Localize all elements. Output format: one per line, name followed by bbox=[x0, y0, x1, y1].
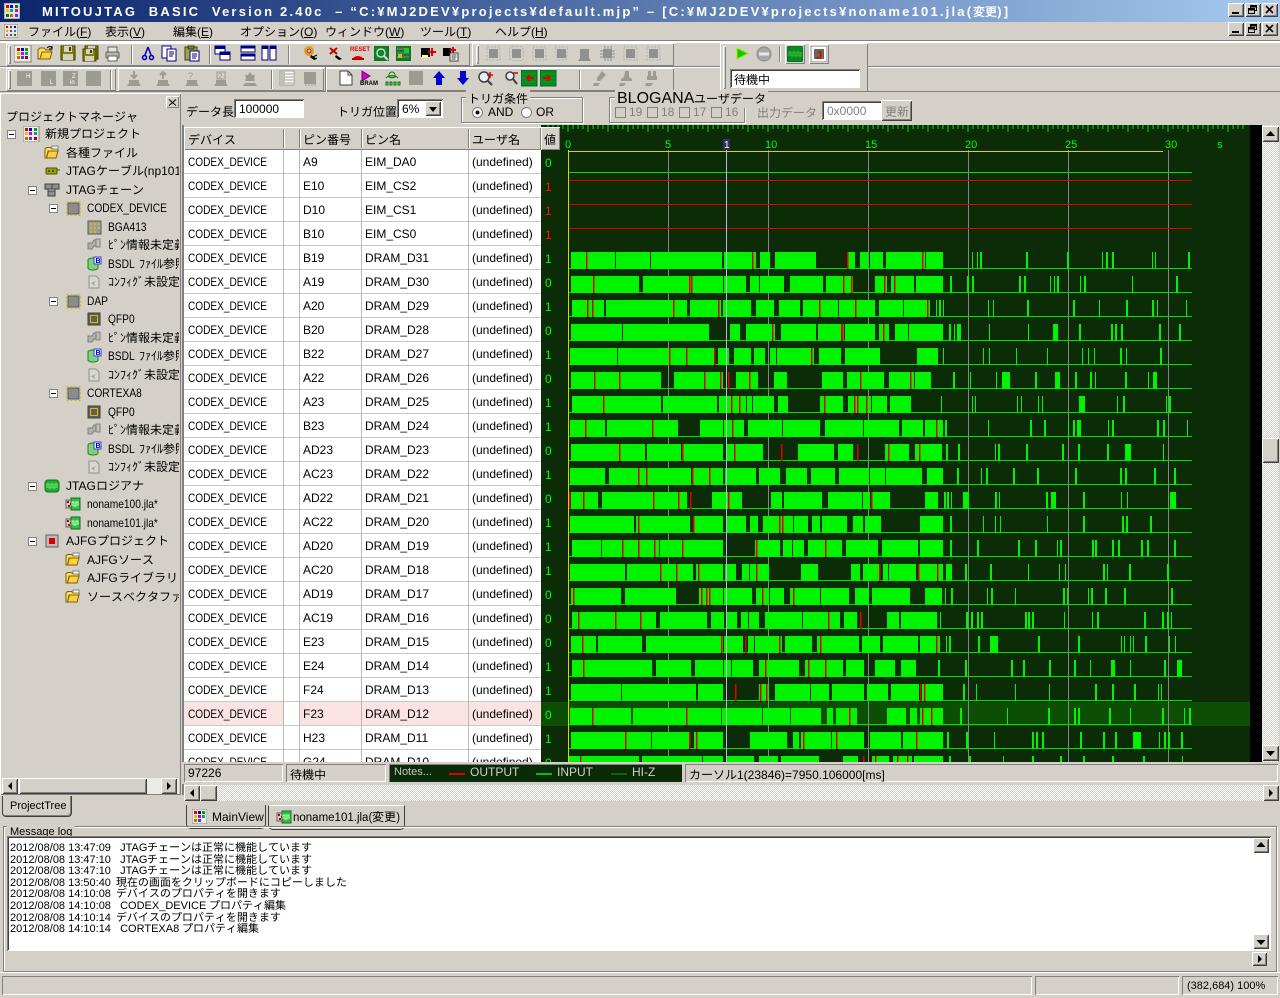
svg-text:RESET: RESET bbox=[350, 47, 370, 53]
svg-text:30: 30 bbox=[1165, 139, 1177, 151]
svg-text:1: 1 bbox=[545, 204, 552, 218]
svg-text:15: 15 bbox=[865, 139, 877, 151]
svg-text:1: 1 bbox=[545, 300, 552, 314]
svg-text:1: 1 bbox=[545, 420, 552, 434]
svg-text:1: 1 bbox=[545, 540, 552, 554]
svg-text:s: s bbox=[1217, 139, 1223, 151]
svg-text:1: 1 bbox=[545, 564, 552, 578]
svg-text:1: 1 bbox=[545, 396, 552, 410]
svg-text:5: 5 bbox=[665, 139, 671, 151]
svg-text:B: B bbox=[96, 443, 101, 450]
svg-text:0: 0 bbox=[545, 372, 552, 386]
svg-text:J: J bbox=[816, 50, 822, 62]
svg-text:B: B bbox=[96, 350, 101, 357]
svg-text:0: 0 bbox=[545, 708, 552, 722]
svg-text:0: 0 bbox=[565, 139, 571, 151]
svg-text:1: 1 bbox=[545, 348, 552, 362]
svg-text:0: 0 bbox=[545, 444, 552, 458]
svg-text:?: ? bbox=[188, 71, 193, 81]
svg-text:0: 0 bbox=[545, 612, 552, 626]
svg-text:2: 2 bbox=[218, 72, 223, 81]
svg-text:25: 25 bbox=[1065, 139, 1077, 151]
svg-text:1: 1 bbox=[545, 228, 552, 242]
svg-text:H: H bbox=[26, 74, 30, 80]
svg-text:1: 1 bbox=[724, 140, 730, 151]
svg-text:20: 20 bbox=[965, 139, 977, 151]
svg-text:0: 0 bbox=[545, 588, 552, 602]
svg-text:10: 10 bbox=[765, 139, 777, 151]
svg-text:1: 1 bbox=[545, 516, 552, 530]
svg-text:1: 1 bbox=[545, 660, 552, 674]
svg-text:0: 0 bbox=[545, 276, 552, 290]
svg-text:1: 1 bbox=[545, 180, 552, 194]
svg-text:0: 0 bbox=[545, 156, 552, 170]
svg-text:B: B bbox=[96, 258, 101, 265]
svg-text:0: 0 bbox=[545, 636, 552, 650]
svg-text:0: 0 bbox=[545, 492, 552, 506]
svg-text:0: 0 bbox=[545, 324, 552, 338]
svg-text:in: in bbox=[70, 80, 75, 86]
svg-text:1: 1 bbox=[545, 252, 552, 266]
svg-text:BRAM: BRAM bbox=[360, 81, 378, 87]
svg-text:1: 1 bbox=[545, 732, 552, 746]
svg-text:1: 1 bbox=[545, 684, 552, 698]
svg-text:1: 1 bbox=[545, 468, 552, 482]
